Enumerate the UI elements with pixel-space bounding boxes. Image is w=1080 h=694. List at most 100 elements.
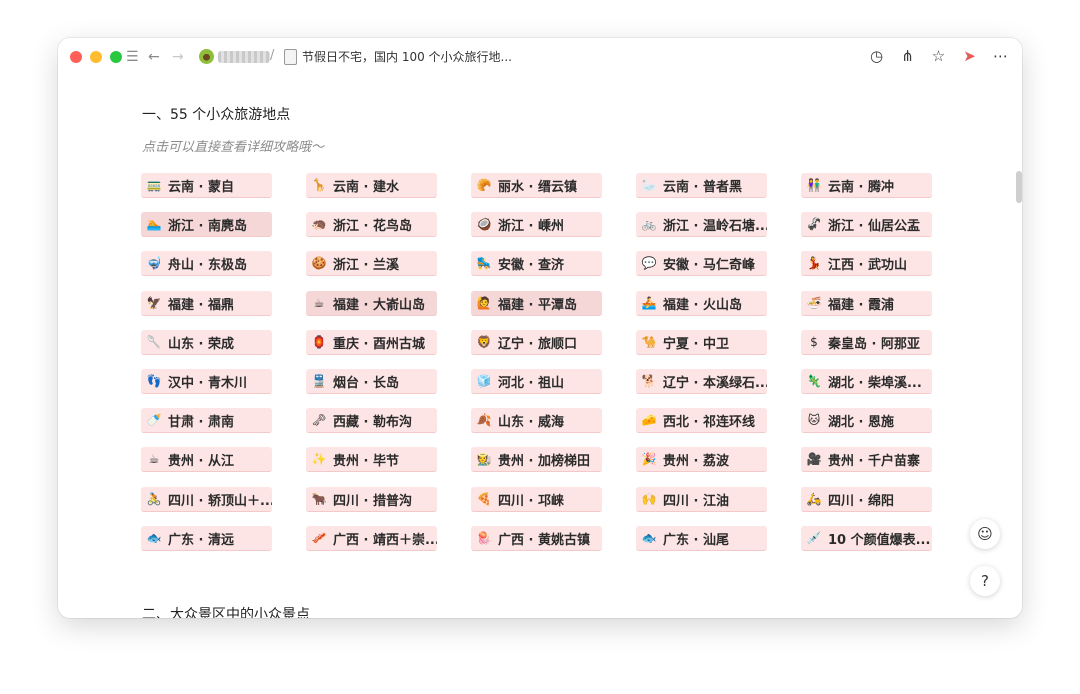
place-label: 福建 · 火山岛 — [663, 297, 742, 313]
place-label: 烟台 · 长岛 — [333, 375, 399, 391]
place-link-chip[interactable]: ☕ 贵州 · 从江 — [141, 447, 272, 472]
place-emoji-icon: 🦔 — [311, 217, 327, 231]
app-window: ☰ ← → / 节假日不宅，国内 100 个小众旅行地... ◷ ⋔ ☆ ➤ ⋯… — [58, 38, 1022, 618]
place-link-chip[interactable]: 🏮 重庆 · 酉州古城 — [306, 330, 437, 355]
place-label: 安徽 · 查济 — [498, 257, 564, 273]
place-link-chip[interactable]: 🥓 广西 · 靖西＋崇... — [306, 526, 437, 551]
place-emoji-icon: 🙌 — [641, 492, 657, 506]
place-link-chip[interactable]: ☕ 福建 · 大嵛山岛 — [306, 291, 437, 316]
place-link-chip[interactable]: 🦁 辽宁 · 旅顺口 — [471, 330, 602, 355]
place-link-chip[interactable]: 🗝 西藏 · 勒布沟 — [306, 408, 437, 433]
star-icon[interactable]: ☆ — [929, 46, 948, 66]
place-link-chip[interactable]: 🐪 宁夏 · 中卫 — [636, 330, 767, 355]
workspace-avatar[interactable] — [199, 49, 214, 64]
place-link-chip[interactable]: 🍪 浙江 · 兰溪 — [306, 251, 437, 276]
place-link-chip[interactable]: 🐟 广东 · 清远 — [141, 526, 272, 551]
place-link-chip[interactable]: $ 秦皇岛 · 阿那亚 — [801, 330, 932, 355]
place-link-chip[interactable]: 🍼 甘肃 · 肃南 — [141, 408, 272, 433]
place-link-chip[interactable]: 🛵 四川 · 绵阳 — [801, 487, 932, 512]
place-link-chip[interactable]: ✨ 贵州 · 毕节 — [306, 447, 437, 472]
place-link-chip[interactable]: 🦔 浙江 · 花鸟岛 — [306, 212, 437, 237]
place-link-chip[interactable]: 🛼 安徽 · 查济 — [471, 251, 602, 276]
place-link-chip[interactable]: 🥥 浙江 · 嵊州 — [471, 212, 602, 237]
share-icon[interactable]: ⋔ — [898, 46, 917, 66]
place-label: 山东 · 威海 — [498, 414, 564, 430]
place-link-chip[interactable]: 🎉 贵州 · 荔波 — [636, 447, 767, 472]
place-emoji-icon: 🚣 — [641, 296, 657, 310]
place-emoji-icon: 🍪 — [311, 256, 327, 270]
document-title[interactable]: 节假日不宅，国内 100 个小众旅行地... — [302, 48, 512, 65]
place-label: 福建 · 霞浦 — [828, 297, 894, 313]
place-emoji-icon: 🦢 — [641, 178, 657, 192]
place-emoji-icon: 🐂 — [311, 492, 327, 506]
place-label: 浙江 · 南麂岛 — [168, 218, 247, 234]
place-emoji-icon: 🐕 — [641, 374, 657, 388]
place-label: 广东 · 汕尾 — [663, 532, 729, 548]
close-window-button[interactable] — [70, 51, 82, 63]
place-emoji-icon: 🧀 — [641, 413, 657, 427]
place-emoji-icon: ☕ — [148, 452, 160, 466]
place-link-chip[interactable]: 🦅 福建 · 福鼎 — [141, 291, 272, 316]
place-emoji-icon: 🐟 — [641, 531, 657, 545]
place-emoji-icon: 🥓 — [311, 531, 327, 545]
place-emoji-icon: 🍼 — [146, 413, 162, 427]
place-link-chip[interactable]: 🐱 湖北 · 恩施 — [801, 408, 932, 433]
place-emoji-icon: 🗝 — [311, 413, 327, 427]
place-link-chip[interactable]: 🍜 福建 · 霞浦 — [801, 291, 932, 316]
place-link-chip[interactable]: 🚆 烟台 · 长岛 — [306, 369, 437, 394]
place-link-chip[interactable]: 🐕 辽宁 · 本溪绿石... — [636, 369, 767, 394]
place-link-chip[interactable]: 🧊 河北 · 祖山 — [471, 369, 602, 394]
place-link-chip[interactable]: 🦨 浙江 · 仙居公盂 — [801, 212, 932, 237]
maximize-window-button[interactable] — [110, 51, 122, 63]
place-link-chip[interactable]: 🙌 四川 · 江油 — [636, 487, 767, 512]
place-label: 广西 · 靖西＋崇... — [333, 532, 437, 548]
forward-arrow-icon[interactable]: → — [172, 47, 184, 67]
place-label: 贵州 · 从江 — [168, 453, 234, 469]
place-link-chip[interactable]: 👣 汉中 · 青木川 — [141, 369, 272, 394]
more-icon[interactable]: ⋯ — [991, 46, 1010, 66]
help-button[interactable]: ? — [970, 566, 1000, 596]
place-link-chip[interactable]: 🐟 广东 · 汕尾 — [636, 526, 767, 551]
place-emoji-icon: 💉 — [806, 531, 822, 545]
feedback-icon[interactable]: ☺ — [970, 519, 1000, 549]
place-link-chip[interactable]: 🏊 浙江 · 南麂岛 — [141, 212, 272, 237]
place-link-chip[interactable]: 🐂 四川 · 措普沟 — [306, 487, 437, 512]
history-icon[interactable]: ◷ — [867, 46, 886, 66]
sidebar-menu-icon[interactable]: ☰ — [126, 47, 139, 67]
title-bar: ☰ ← → / 节假日不宅，国内 100 个小众旅行地... ◷ ⋔ ☆ ➤ ⋯ — [58, 38, 1022, 76]
vertical-scrollbar[interactable] — [1016, 171, 1022, 203]
section-heading-1: 一、55 个小众旅游地点 — [142, 107, 291, 123]
place-link-chip[interactable]: 🦢 云南 · 普者黑 — [636, 173, 767, 198]
place-emoji-icon: ☕ — [313, 296, 325, 310]
place-label: 西北 · 祁连环线 — [663, 414, 755, 430]
place-link-chip[interactable]: 🎥 贵州 · 千户苗寨 — [801, 447, 932, 472]
place-link-chip[interactable]: 🍂 山东 · 威海 — [471, 408, 602, 433]
place-link-chip[interactable]: 🙋 福建 · 平潭岛 — [471, 291, 602, 316]
place-emoji-icon: 🦒 — [311, 178, 327, 192]
place-label: 广西 · 黄姚古镇 — [498, 532, 590, 548]
place-link-chip[interactable]: 🪼 广西 · 黄姚古镇 — [471, 526, 602, 551]
place-link-chip[interactable]: 🚲 浙江 · 温岭石塘... — [636, 212, 767, 237]
place-link-chip[interactable]: 🚣 福建 · 火山岛 — [636, 291, 767, 316]
place-link-chip[interactable]: 🧀 西北 · 祁连环线 — [636, 408, 767, 433]
place-link-chip[interactable]: 💃 江西 · 武功山 — [801, 251, 932, 276]
workspace-name-blurred[interactable] — [218, 51, 270, 63]
place-link-chip[interactable]: 🍕 四川 · 邛崃 — [471, 487, 602, 512]
place-link-chip[interactable]: 👫 云南 · 腾冲 — [801, 173, 932, 198]
place-link-chip[interactable]: 🚃 云南 · 蒙自 — [141, 173, 272, 198]
place-emoji-icon: $ — [810, 335, 818, 349]
minimize-window-button[interactable] — [90, 51, 102, 63]
back-arrow-icon[interactable]: ← — [148, 47, 160, 67]
place-link-chip[interactable]: 🥄 山东 · 荣成 — [141, 330, 272, 355]
place-link-chip[interactable]: 🦒 云南 · 建水 — [306, 173, 437, 198]
place-emoji-icon: 🦎 — [806, 374, 822, 388]
place-label: 丽水 · 缙云镇 — [498, 179, 577, 195]
place-link-chip[interactable]: 🥐 丽水 · 缙云镇 — [471, 173, 602, 198]
place-link-chip[interactable]: 💬 安徽 · 马仁奇峰 — [636, 251, 767, 276]
place-link-chip[interactable]: 🚴 四川 · 轿顶山＋... — [141, 487, 272, 512]
place-link-chip[interactable]: 🤿 舟山 · 东极岛 — [141, 251, 272, 276]
place-link-chip[interactable]: 🦎 湖北 · 柴埠溪... — [801, 369, 932, 394]
place-link-chip[interactable]: 💉 10 个颜值爆表... — [801, 526, 932, 551]
send-icon[interactable]: ➤ — [960, 46, 979, 66]
place-link-chip[interactable]: 🧑‍🌾 贵州 · 加榜梯田 — [471, 447, 602, 472]
